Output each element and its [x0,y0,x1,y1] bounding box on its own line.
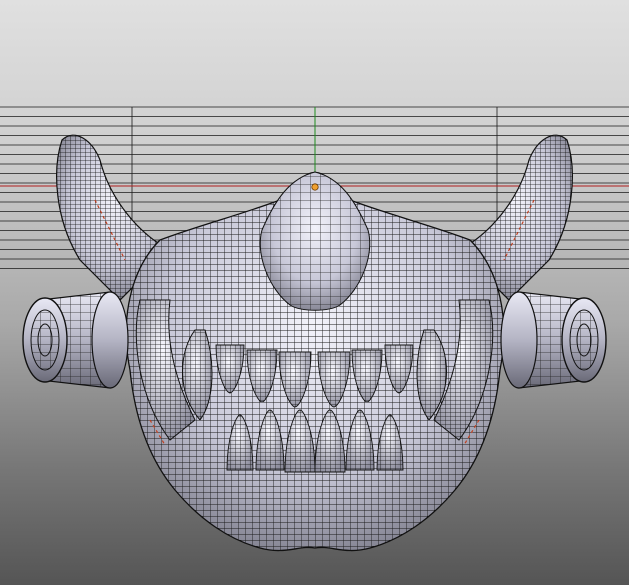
viewport-canvas[interactable] [0,0,629,585]
left-filter[interactable] [22,291,129,389]
right-filter[interactable] [500,291,607,389]
3d-viewport[interactable] [0,0,629,585]
object-origin[interactable] [311,183,319,191]
